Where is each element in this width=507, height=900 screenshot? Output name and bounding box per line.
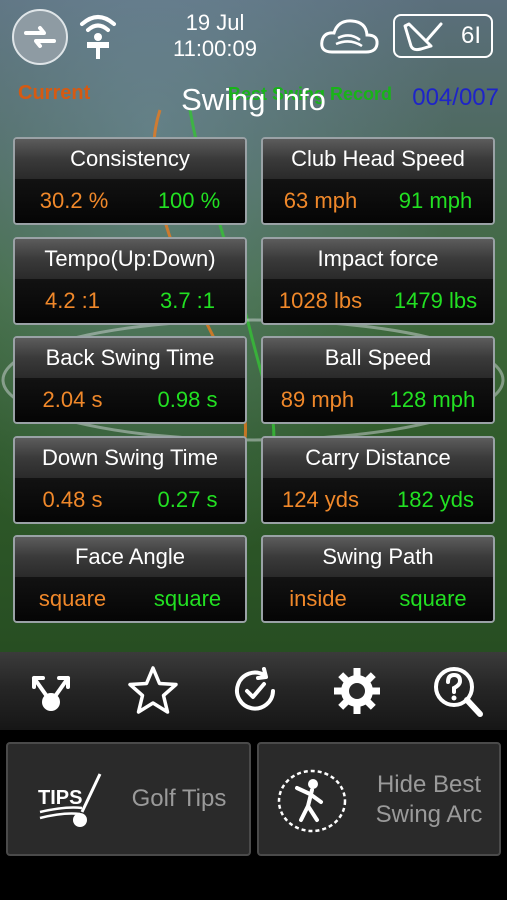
metric-best-value: 1479 lbs	[393, 288, 478, 313]
swing-counter: 004/007	[412, 84, 499, 111]
metric-current-value: 2.04 s	[42, 387, 103, 412]
bottom-toolbar	[0, 652, 507, 730]
metric-current-value: 0.48 s	[42, 487, 103, 512]
sync-button[interactable]	[12, 9, 68, 65]
metric-best-value: 128 mph	[389, 387, 476, 412]
metric-best-value: 100 %	[157, 188, 221, 213]
metric-best-value: square	[153, 586, 222, 611]
metric-current-value: 124 yds	[281, 487, 360, 512]
metric-best-value: 3.7 :1	[159, 288, 216, 313]
golf-tips-button[interactable]: TIPS Golf Tips	[6, 742, 251, 856]
metric-label: Face Angle	[15, 537, 245, 577]
date-text: 19 Jul	[185, 10, 245, 35]
metric-label: Tempo(Up:Down)	[15, 239, 245, 279]
swing-arc-icon	[277, 769, 347, 833]
hide-best-swing-arc-line1: Hide Best	[376, 771, 482, 798]
sensor-signal-icon	[80, 15, 116, 59]
metric-label: Back Swing Time	[15, 338, 245, 378]
iron-club-icon	[403, 22, 443, 52]
help-icon[interactable]	[430, 664, 484, 718]
time-text: 11:00:09	[172, 36, 257, 61]
settings-icon[interactable]	[330, 664, 384, 718]
metric-card-ball-speed: Ball Speed 89 mph 128 mph	[261, 336, 495, 424]
metric-current-value: 4.2 :1	[44, 288, 101, 313]
metric-card-impact-force: Impact force 1028 lbs 1479 lbs	[261, 237, 495, 325]
metric-card-down-swing-time: Down Swing Time 0.48 s 0.27 s	[13, 436, 247, 524]
metric-card-back-swing-time: Back Swing Time 2.04 s 0.98 s	[13, 336, 247, 424]
golf-tips-icon-text: TIPS	[38, 787, 82, 809]
metric-label: Impact force	[263, 239, 493, 279]
metric-label: Ball Speed	[263, 338, 493, 378]
metric-card-tempo: Tempo(Up:Down) 4.2 :1 3.7 :1	[13, 237, 247, 325]
metric-card-carry-distance: Carry Distance 124 yds 182 yds	[261, 436, 495, 524]
metric-best-value: square	[399, 586, 467, 611]
date-time: 19 Jul 11:00:09	[150, 10, 280, 62]
metric-label: Down Swing Time	[15, 438, 245, 478]
golf-tips-label: Golf Tips	[131, 785, 227, 812]
metric-label: Club Head Speed	[263, 139, 493, 179]
status-bar: 19 Jul 11:00:09 6I	[0, 0, 507, 78]
history-icon[interactable]	[228, 664, 282, 718]
metric-label: Consistency	[15, 139, 245, 179]
metric-card-club-head-speed: Club Head Speed 63 mph 91 mph	[261, 137, 495, 225]
bottom-panel-area: TIPS Golf Tips Hide Best Swing Arc	[0, 730, 507, 900]
cloud-sync-icon[interactable]	[318, 14, 380, 58]
metric-best-value: 0.27 s	[157, 487, 218, 512]
metric-card-swing-path: Swing Path inside square	[261, 535, 495, 623]
hide-best-swing-arc-label: Hide Best Swing Arc	[359, 770, 499, 830]
metric-current-value: inside	[289, 586, 347, 611]
hide-best-swing-arc-line2: Swing Arc	[375, 801, 483, 828]
metric-current-value: 89 mph	[280, 387, 355, 412]
metric-card-face-angle: Face Angle square square	[13, 535, 247, 623]
metric-label: Carry Distance	[263, 438, 493, 478]
share-icon[interactable]	[24, 664, 78, 718]
metric-current-value: square	[38, 586, 107, 611]
metric-best-value: 0.98 s	[157, 387, 218, 412]
metric-best-value: 91 mph	[398, 188, 473, 213]
golf-tips-icon: TIPS	[38, 773, 102, 827]
metric-label: Swing Path	[263, 537, 493, 577]
metric-best-value: 182 yds	[396, 487, 475, 512]
metric-card-consistency: Consistency 30.2 % 100 %	[13, 137, 247, 225]
sync-icon	[24, 26, 56, 48]
star-icon[interactable]	[126, 664, 180, 718]
hide-best-swing-arc-button[interactable]: Hide Best Swing Arc	[257, 742, 501, 856]
club-select-button[interactable]: 6I	[393, 14, 493, 58]
metric-current-value: 1028 lbs	[278, 288, 363, 313]
metric-current-value: 30.2 %	[39, 188, 109, 213]
metric-current-value: 63 mph	[283, 188, 358, 213]
club-name: 6I	[460, 22, 481, 49]
